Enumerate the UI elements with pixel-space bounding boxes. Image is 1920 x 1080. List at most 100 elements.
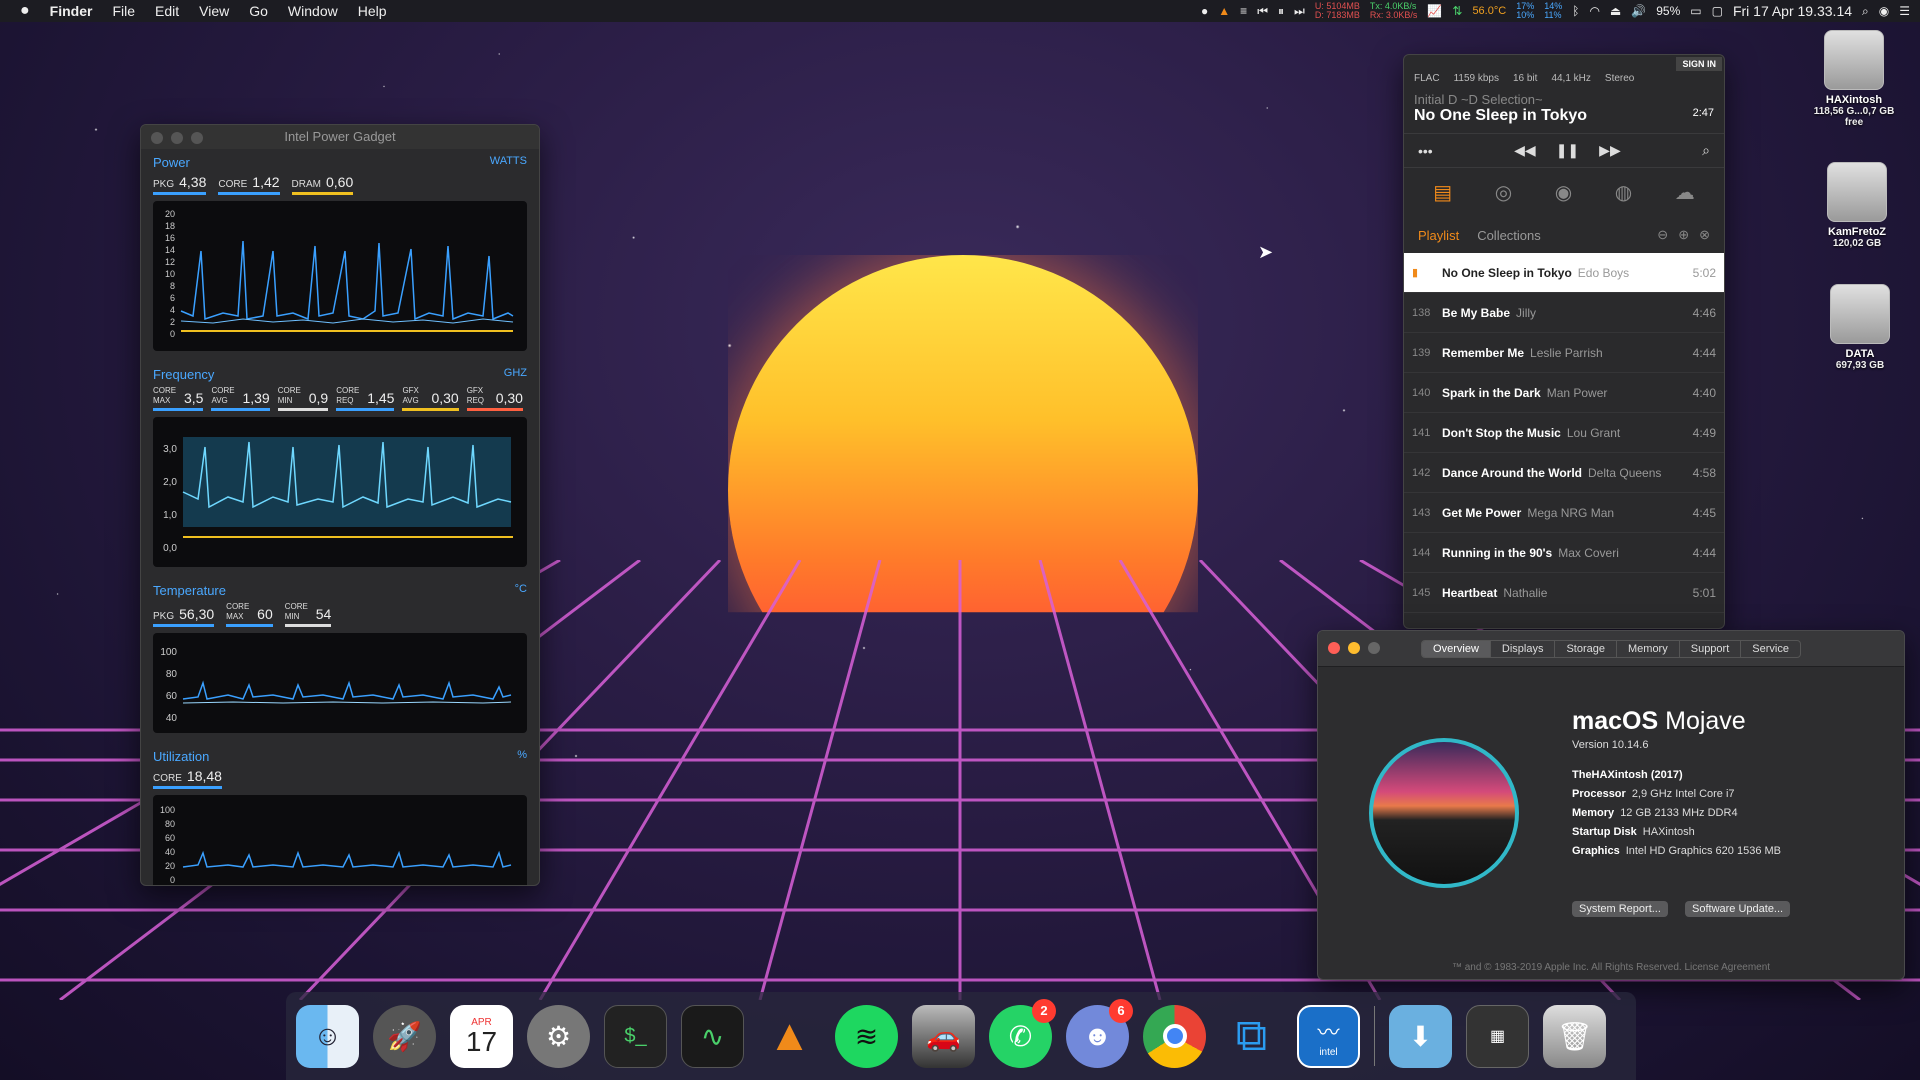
system-report-button[interactable]: System Report...	[1572, 901, 1668, 917]
prev-track-icon[interactable]: ⏮	[1257, 4, 1268, 19]
local-library-icon[interactable]: ▤	[1433, 180, 1452, 205]
search-icon[interactable]: ⌕	[1702, 142, 1710, 159]
trash-icon[interactable]: 🗑	[1543, 1004, 1606, 1068]
music-app-icon[interactable]: 🚗	[912, 1004, 975, 1068]
vlc-icon[interactable]: ▲	[758, 1005, 821, 1068]
vlc-menu-icon[interactable]: ▲	[1218, 4, 1230, 18]
menu-go[interactable]: Go	[239, 3, 278, 19]
tab-playlist[interactable]: Playlist	[1418, 228, 1459, 243]
close-button[interactable]	[151, 132, 163, 144]
volume-icon[interactable]: 🔊	[1631, 4, 1646, 18]
music-player-window: SIGN IN FLAC 1159 kbps 16 bit 44,1 kHz S…	[1403, 54, 1725, 629]
recent-window-icon[interactable]: ▦	[1466, 1004, 1529, 1068]
bluetooth-icon[interactable]: ᛒ	[1572, 4, 1579, 18]
menu-file[interactable]: File	[102, 3, 145, 19]
spotlight-search-icon[interactable]: ⌕	[1862, 4, 1869, 19]
cpu-temperature[interactable]: 56.0°C	[1472, 5, 1506, 17]
wifi-icon[interactable]: ◠	[1589, 4, 1599, 18]
playlist-row[interactable]: 141 Don't Stop the Music Lou Grant 4:49	[1404, 413, 1724, 453]
sign-in-button[interactable]: SIGN IN	[1676, 57, 1722, 71]
whatsapp-icon[interactable]: ✆ 2	[989, 998, 1056, 1068]
display-icon[interactable]: ▢	[1712, 4, 1723, 18]
drive-kamfretoz[interactable]: KamFretoZ 120,02 GB	[1807, 162, 1907, 249]
next-track-icon[interactable]: ⏭	[1294, 4, 1305, 19]
tab-service[interactable]: Service	[1741, 641, 1800, 657]
cpu-usage[interactable]: 17% 10%	[1516, 2, 1534, 20]
clear-icon[interactable]: ⊗	[1699, 227, 1710, 243]
finder-icon[interactable]: ☺	[296, 1004, 359, 1068]
apple-icon[interactable]: ●	[0, 2, 40, 20]
clock[interactable]: Fri 17 Apr 19.33.14	[1733, 3, 1852, 19]
menu-edit[interactable]: Edit	[145, 3, 189, 19]
y-tick: 3,0	[163, 444, 177, 455]
system-preferences-icon[interactable]: ⚙	[527, 1004, 590, 1068]
minimize-button[interactable]	[1348, 642, 1360, 654]
notification-center-icon[interactable]: ☰	[1899, 4, 1910, 18]
playlist-row[interactable]: 144 Running in the 90's Max Coveri 4:44	[1404, 533, 1724, 573]
sensor-arrows-icon[interactable]: ⇅	[1452, 4, 1462, 18]
eject-icon[interactable]: ⏏	[1610, 4, 1621, 18]
discord-icon[interactable]: ☻ 6	[1066, 998, 1133, 1068]
tab-support[interactable]: Support	[1680, 640, 1742, 657]
vscode-icon[interactable]: ⧉	[1220, 1005, 1283, 1068]
intel-power-gadget-icon[interactable]: 〰 intel	[1297, 1004, 1360, 1068]
y-tick: 20	[165, 209, 175, 219]
metric-core-req: CORE REQ 1,45	[336, 386, 395, 411]
tab-storage[interactable]: Storage	[1555, 640, 1617, 657]
tab-collections[interactable]: Collections	[1477, 228, 1541, 243]
fast-forward-icon[interactable]: ▶▶	[1599, 142, 1621, 159]
siri-icon[interactable]: ◉	[1879, 4, 1889, 18]
playlist-row[interactable]: 138 Be My Babe Jilly 4:46	[1404, 293, 1724, 333]
menu-help[interactable]: Help	[348, 3, 397, 19]
tab-memory[interactable]: Memory	[1617, 640, 1680, 657]
navigate-icon[interactable]: ⊖	[1657, 227, 1668, 243]
memory-usage[interactable]: 14% 11%	[1544, 2, 1562, 20]
drive-data[interactable]: DATA 697,93 GB	[1810, 284, 1910, 371]
tab-overview[interactable]: Overview	[1422, 640, 1491, 657]
discover-icon[interactable]: ◎	[1495, 180, 1512, 205]
playlist-row[interactable]: 140 Spark in the Dark Man Power 4:40	[1404, 373, 1724, 413]
minimize-button[interactable]	[171, 132, 183, 144]
menu-view[interactable]: View	[189, 3, 239, 19]
tab-displays[interactable]: Displays	[1491, 640, 1556, 657]
calendar-icon[interactable]: APR 17	[450, 1004, 513, 1068]
menu-app-finder[interactable]: Finder	[40, 3, 103, 19]
metric-core-avg: CORE AVG 1,39	[211, 386, 270, 411]
radio-icon[interactable]: ◍	[1615, 180, 1632, 205]
zoom-button[interactable]	[191, 132, 203, 144]
zoom-button[interactable]	[1368, 642, 1380, 654]
battery-icon[interactable]: ▭	[1690, 4, 1701, 18]
record-icon[interactable]: ●	[1201, 4, 1208, 18]
menu-window[interactable]: Window	[278, 3, 348, 19]
close-button[interactable]	[1328, 642, 1340, 654]
playlist-row[interactable]: 145 Heartbeat Nathalie 5:01	[1404, 573, 1724, 613]
soundcloud-icon[interactable]: ☁	[1675, 180, 1695, 205]
playlist-row[interactable]: 139 Remember Me Leslie Parrish 4:44	[1404, 333, 1724, 373]
playlist-row[interactable]: 142 Dance Around the World Delta Queens 4:5…	[1404, 453, 1724, 493]
playlist-row[interactable]: ▮ No One Sleep in Tokyo Edo Boys 5:02	[1404, 253, 1724, 293]
software-update-button[interactable]: Software Update...	[1685, 901, 1791, 917]
os-version: Version 10.14.6	[1572, 739, 1649, 751]
drive-haxintosh[interactable]: HAXintosh 118,56 G...0,7 GB free	[1804, 30, 1904, 128]
playlist-row[interactable]: 143 Get Me Power Mega NRG Man 4:45	[1404, 493, 1724, 533]
battery-percent[interactable]: 95%	[1656, 4, 1680, 18]
list-icon[interactable]: ≡	[1240, 4, 1247, 18]
more-options-icon[interactable]: •••	[1418, 143, 1433, 159]
downloads-folder-icon[interactable]: ⬇	[1389, 1004, 1452, 1068]
network-stats[interactable]: Tx: 4.0KB/s Rx: 3.0KB/s	[1370, 2, 1418, 20]
menu-bar: ● Finder File Edit View Go Window Help ●…	[0, 0, 1920, 22]
activity-monitor-icon[interactable]: ∿	[681, 1004, 744, 1068]
disk-stats[interactable]: U: 5104MB D: 7183MB	[1315, 2, 1360, 20]
activity-graph-icon[interactable]: 📈	[1427, 4, 1442, 18]
mojave-logo	[1369, 738, 1519, 888]
chrome-icon[interactable]	[1143, 1004, 1206, 1068]
launchpad-icon[interactable]: 🚀	[373, 1004, 436, 1068]
spotify-icon[interactable]: ≋	[835, 1004, 898, 1068]
rewind-icon[interactable]: ◀◀	[1514, 142, 1536, 159]
albums-icon[interactable]: ◉	[1555, 180, 1572, 205]
add-icon[interactable]: ⊕	[1678, 227, 1689, 243]
pause-icon[interactable]: ⏸	[1278, 4, 1284, 19]
y-tick: 100	[160, 805, 175, 815]
terminal-icon[interactable]: $_	[604, 1004, 667, 1068]
pause-icon[interactable]: ❚❚	[1556, 142, 1579, 159]
